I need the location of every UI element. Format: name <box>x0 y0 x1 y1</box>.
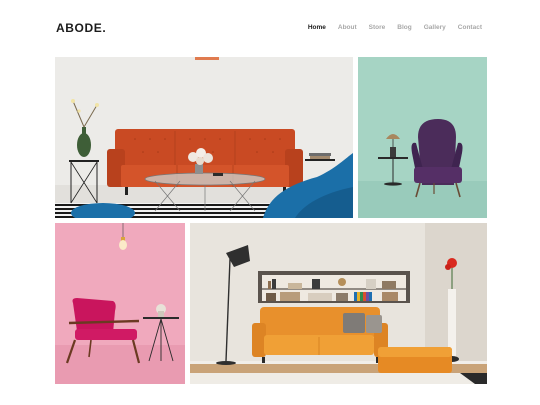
nav-store[interactable]: Store <box>369 24 386 31</box>
site-header: ABODE. Home About Store Blog Gallery Con… <box>0 0 540 56</box>
nav-home[interactable]: Home <box>308 24 326 31</box>
gallery-image-orange-sofa-shelf[interactable] <box>190 223 487 384</box>
nav-gallery[interactable]: Gallery <box>424 24 446 31</box>
nav-contact[interactable]: Contact <box>458 24 482 31</box>
main-nav: Home About Store Blog Gallery Contact <box>308 24 482 31</box>
pink-armchair-illustration <box>55 223 185 384</box>
purple-armchair-illustration <box>358 57 487 218</box>
orange-sofa-illustration <box>55 57 353 218</box>
nav-about[interactable]: About <box>338 24 357 31</box>
gallery-image-purple-armchair[interactable] <box>358 57 487 218</box>
gallery-image-pink-armchair[interactable] <box>55 223 185 384</box>
orange-sofa-shelf-illustration <box>190 223 487 384</box>
nav-blog[interactable]: Blog <box>397 24 411 31</box>
site-logo[interactable]: ABODE. <box>56 21 106 35</box>
gallery-image-orange-sofa[interactable] <box>55 57 353 218</box>
